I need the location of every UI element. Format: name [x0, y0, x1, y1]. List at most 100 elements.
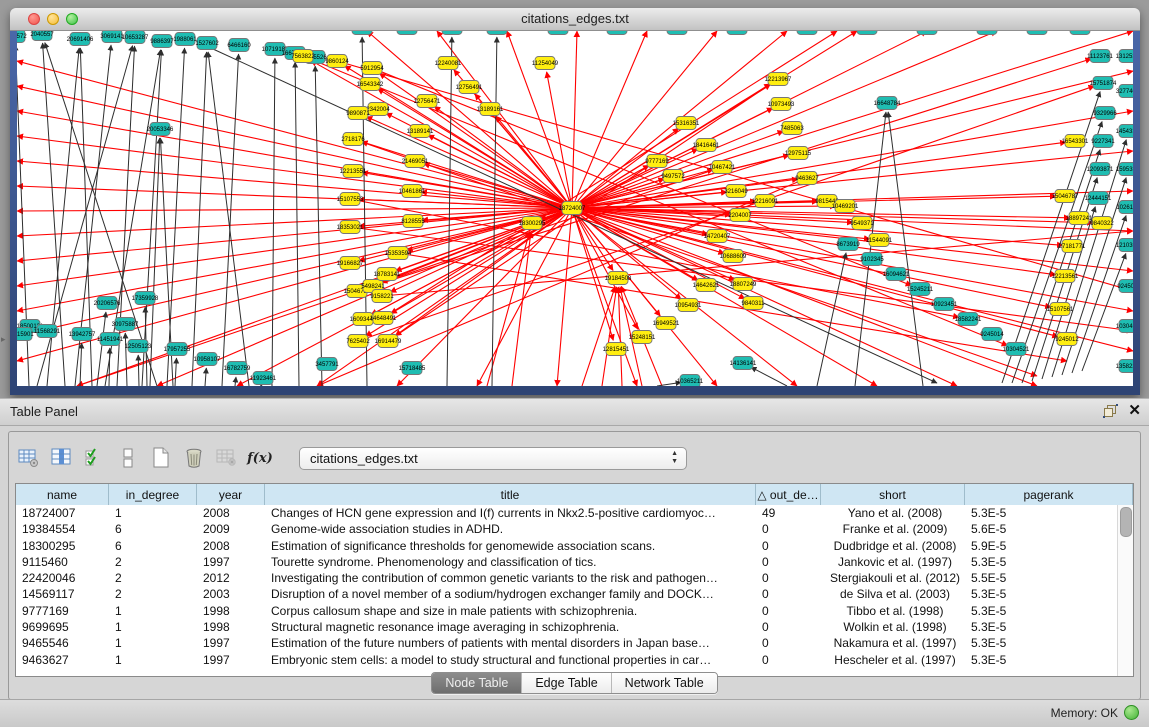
tab-network-table[interactable]: Network Table — [612, 673, 717, 693]
graph-node[interactable]: 16094621 — [883, 268, 910, 281]
graph-node[interactable]: 13942757 — [69, 328, 96, 341]
graph-node[interactable]: 18582241 — [955, 313, 982, 326]
graph-node[interactable]: 10467421 — [709, 161, 736, 174]
graph-node[interactable]: 12815451 — [603, 343, 630, 356]
graph-node[interactable]: 15248151 — [629, 331, 656, 344]
graph-node[interactable]: 10461861 — [399, 185, 426, 198]
float-panel-icon[interactable] — [1103, 404, 1118, 418]
graph-node[interactable]: 9886399 — [1025, 31, 1049, 35]
graph-node[interactable]: 8813054 — [546, 31, 570, 35]
graph-node[interactable]: 9245013 — [1117, 280, 1133, 293]
graph-node[interactable]: 11568291 — [34, 325, 61, 338]
graph-node[interactable]: 18416461 — [693, 139, 720, 152]
graph-node[interactable]: 12505123 — [125, 340, 152, 353]
graph-node[interactable]: 9329966 — [1093, 107, 1117, 120]
graph-node[interactable]: 21469051 — [402, 155, 429, 168]
graph-node[interactable]: 18807249 — [730, 278, 757, 291]
network-window-titlebar[interactable]: citations_edges.txt — [10, 8, 1140, 31]
graph-node[interactable]: 32774011 — [1116, 85, 1133, 98]
graph-node[interactable]: 15245211 — [907, 283, 934, 296]
table-row[interactable]: 1872400712008Changes of HCN gene express… — [16, 505, 1118, 521]
graph-node[interactable]: 10261111 — [1116, 201, 1133, 214]
graph-node[interactable]: 19166827 — [337, 257, 364, 270]
network-graph[interactable]: 2405572204055720691406306914110653287988… — [17, 31, 1133, 386]
column-header-title[interactable]: title — [265, 484, 756, 505]
graph-node[interactable]: 2405572 — [17, 31, 27, 43]
graph-node[interactable]: 10688609 — [720, 250, 747, 263]
graph-node[interactable]: 3915901 — [17, 328, 34, 341]
graph-node[interactable]: 2342004 — [366, 103, 390, 116]
graph-node[interactable]: 1154409 — [666, 31, 690, 35]
graph-node[interactable]: 9245012 — [1055, 333, 1079, 346]
graph-node[interactable]: 1664862 — [485, 31, 509, 35]
network-canvas[interactable]: 2405572204055720691406306914110653287988… — [17, 31, 1133, 386]
column-header-short[interactable]: short — [821, 484, 965, 505]
graph-node[interactable]: 12216091 — [752, 195, 779, 208]
graph-node[interactable]: 10365211 — [677, 375, 704, 387]
graph-node[interactable]: 9777169 — [645, 155, 669, 168]
graph-node[interactable]: 13189141 — [407, 125, 434, 138]
table-panel-header[interactable]: Table Panel ✕ — [0, 398, 1149, 426]
graph-node[interactable]: 10304521 — [1003, 343, 1030, 356]
scrollbar-thumb[interactable] — [1120, 507, 1132, 537]
graph-node[interactable]: 27181771 — [1059, 240, 1086, 253]
graph-node[interactable]: 18783141 — [374, 268, 401, 281]
graph-node[interactable]: 9102345 — [860, 253, 884, 266]
table-settings-icon[interactable] — [17, 447, 41, 469]
table-row[interactable]: 911546021997Tourette syndrome. Phenomeno… — [16, 554, 1118, 570]
graph-node[interactable]: 1527602 — [195, 37, 219, 50]
graph-node[interactable]: 15107561 — [1047, 303, 1074, 316]
graph-node[interactable]: 11544091 — [866, 234, 893, 247]
graph-node[interactable]: 12213561 — [1052, 270, 1079, 283]
column-header-name[interactable]: name — [16, 484, 109, 505]
graph-node[interactable]: 20053346 — [147, 123, 174, 136]
new-file-icon[interactable] — [149, 447, 173, 469]
table-row[interactable]: 977716911998Corpus callosum shape and si… — [16, 603, 1118, 619]
graph-node[interactable]: 9840322 — [1090, 217, 1114, 230]
graph-node[interactable]: 12213551 — [340, 165, 367, 178]
graph-node[interactable]: 9886397 — [150, 35, 174, 48]
graph-node[interactable]: 13582241 — [1116, 360, 1133, 373]
graph-node[interactable]: 16543301 — [1062, 135, 1089, 148]
graph-node[interactable]: 12093871 — [1087, 163, 1114, 176]
select-column-icon[interactable] — [50, 447, 74, 469]
graph-node[interactable]: 9245014 — [980, 328, 1004, 341]
graph-node[interactable]: 14543341 — [1116, 125, 1133, 138]
graph-node[interactable]: 18724007 — [559, 202, 586, 215]
table-row[interactable]: 1830029562008Estimation of significance … — [16, 538, 1118, 554]
graph-node[interactable]: 9227341 — [1091, 135, 1115, 148]
column-header-indegree[interactable]: in_degree — [109, 484, 197, 505]
graph-node[interactable]: 2087682 — [1068, 31, 1092, 35]
graph-node[interactable]: 20691406 — [67, 33, 94, 46]
graph-node[interactable]: 15107553 — [337, 193, 364, 206]
column-header-outde[interactable]: △ out_de… — [756, 484, 821, 505]
graph-node[interactable]: 1067193 — [725, 31, 749, 35]
table-source-dropdown[interactable]: citations_edges.txt ▲▼ — [299, 447, 687, 470]
graph-node[interactable]: 18353021 — [337, 221, 364, 234]
graph-node[interactable]: 5912954 — [360, 62, 384, 75]
graph-node[interactable]: 1961305 — [605, 31, 629, 35]
table-row[interactable]: 1456911722003Disruption of a novel membe… — [16, 586, 1118, 602]
network-window[interactable]: citations_edges.txt 24055722040557206914… — [10, 8, 1140, 395]
graph-node[interactable]: 10653287 — [122, 31, 149, 44]
graph-node[interactable]: 9463627 — [795, 172, 819, 185]
graph-node[interactable]: 8415305 — [350, 31, 374, 35]
graph-node[interactable]: 20206576 — [94, 297, 121, 310]
graph-node[interactable]: 14720407 — [704, 230, 731, 243]
graph-node[interactable]: 12756471 — [414, 95, 441, 108]
graph-node[interactable]: 12103511 — [1116, 239, 1133, 252]
column-header-pagerank[interactable]: pagerank — [965, 484, 1133, 505]
graph-node[interactable]: 7563822 — [291, 50, 315, 63]
graph-node[interactable]: 16949521 — [653, 317, 680, 330]
graph-node[interactable]: 7625402 — [346, 335, 370, 348]
graph-node[interactable]: 6466160 — [227, 39, 251, 52]
graph-node[interactable]: 18300295 — [519, 217, 546, 230]
graph-node[interactable]: 10923451 — [931, 298, 958, 311]
graph-node[interactable]: 15751874 — [1090, 77, 1117, 90]
graph-node[interactable]: 9497572 — [661, 170, 685, 183]
graph-node[interactable]: 10954931 — [675, 299, 702, 312]
function-builder-icon[interactable]: f(x) — [248, 447, 272, 469]
graph-node[interactable]: 1071920 — [975, 31, 999, 35]
graph-node[interactable]: 1812531 — [395, 31, 419, 35]
table-row[interactable]: 2242004622012Investigating the contribut… — [16, 570, 1118, 586]
